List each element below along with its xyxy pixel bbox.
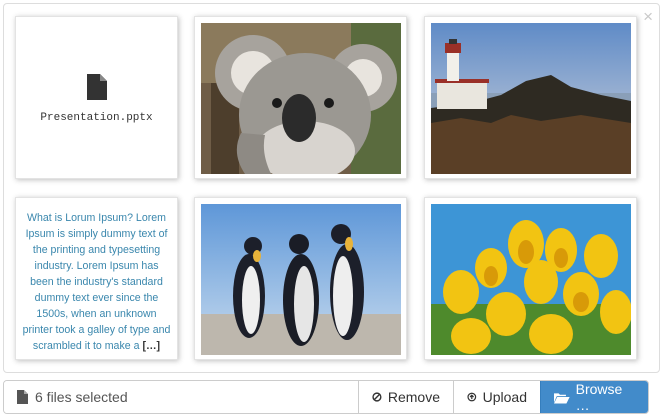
file-thumbnail-presentation: Presentation.pptx [15,16,178,179]
image-thumbnail-tulips [424,197,637,360]
image-thumbnail-koala [194,16,407,179]
text-snippet: What is Lorum Ipsum? Lorem Ipsum is simp… [22,210,171,354]
read-more-link[interactable]: […] [142,340,160,352]
text-snippet-body: What is Lorum Ipsum? Lorem Ipsum is simp… [22,212,171,352]
text-thumbnail: What is Lorum Ipsum? Lorem Ipsum is simp… [15,197,178,360]
tulips-image [431,204,631,355]
browse-label: Browse … [575,381,623,413]
lighthouse-image [431,23,631,174]
file-preview-panel: × Presentation.pptx What is Lorum Ipsum?… [3,3,660,373]
file-input-bar: 6 files selected Remove Upload Browse … [3,380,649,414]
file-icon [87,74,107,100]
penguins-image [201,204,401,355]
upload-button[interactable]: Upload [453,381,540,413]
remove-label: Remove [387,389,440,405]
files-selected-status: 6 files selected [35,389,128,405]
close-icon[interactable]: × [643,8,653,25]
folder-open-icon [554,392,570,403]
file-caption-field[interactable]: 6 files selected [4,381,358,413]
koala-image [201,23,401,174]
remove-button[interactable]: Remove [358,381,453,413]
ban-icon [372,392,382,402]
upload-label: Upload [482,389,527,405]
image-thumbnail-penguins [194,197,407,360]
upload-icon [467,392,477,402]
browse-button[interactable]: Browse … [540,381,648,413]
file-icon [17,390,28,404]
file-caption: Presentation.pptx [40,112,153,124]
image-thumbnail-lighthouse [424,16,637,179]
